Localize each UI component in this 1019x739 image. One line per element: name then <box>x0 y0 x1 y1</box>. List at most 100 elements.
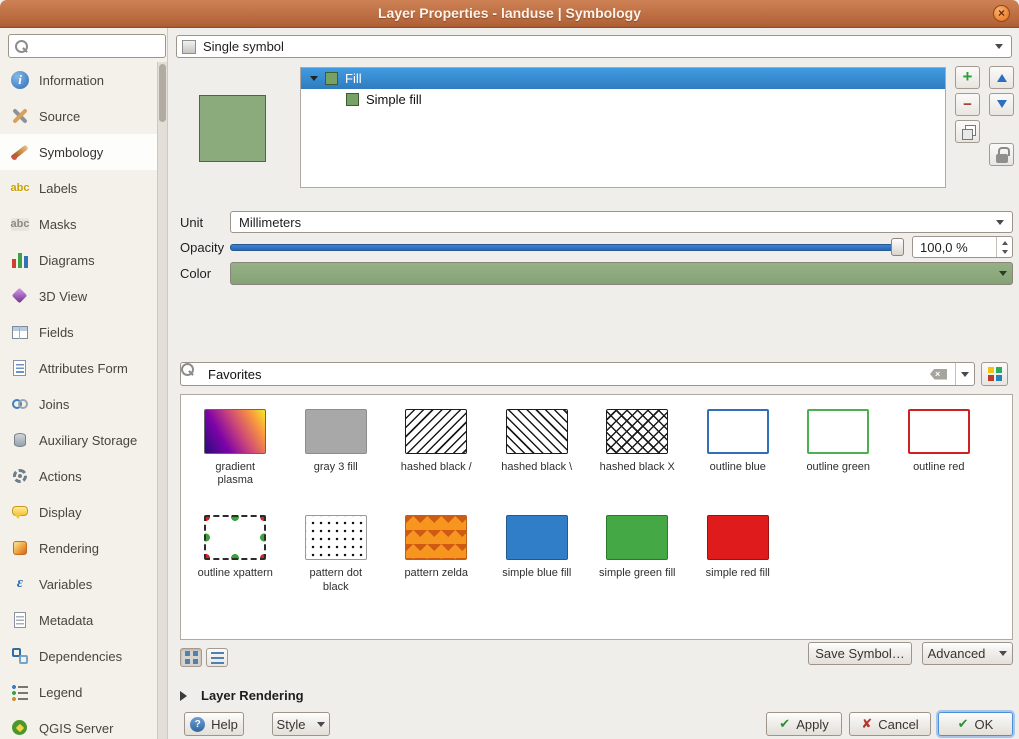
sidebar-item-qgis-server[interactable]: QGIS Server <box>0 710 157 739</box>
sidebar-item-metadata[interactable]: Metadata <box>0 602 157 638</box>
info-icon <box>10 70 30 90</box>
tree-row-simple-fill[interactable]: Simple fill <box>301 89 945 110</box>
renderer-combobox[interactable]: Single symbol <box>176 35 1012 58</box>
sidebar-item-information[interactable]: Information <box>0 62 157 98</box>
symbol-item-outline-red[interactable]: outline red <box>889 395 990 487</box>
opacity-spinbox[interactable]: 100,0 % <box>912 236 1013 258</box>
sidebar-item-label: 3D View <box>39 289 87 304</box>
symbol-preview <box>908 409 970 454</box>
list-view-button[interactable] <box>206 648 228 667</box>
symbol-preview <box>707 515 769 560</box>
move-down-button[interactable] <box>989 93 1014 116</box>
sidebar-item-auxiliary-storage[interactable]: Auxiliary Storage <box>0 422 157 458</box>
sidebar-item-3d-view[interactable]: 3D View <box>0 278 157 314</box>
symbol-item-outline-blue[interactable]: outline blue <box>688 395 789 487</box>
layer-rendering-section[interactable]: Layer Rendering <box>180 688 304 703</box>
slider-track[interactable] <box>230 244 900 251</box>
symbol-item-simple-red-fill[interactable]: simple red fill <box>688 501 789 593</box>
sidebar-search-box[interactable] <box>8 34 166 58</box>
symbol-label: gray 3 fill <box>314 461 358 474</box>
chevron-down-icon <box>317 722 325 731</box>
symbol-label: outline green <box>806 461 870 474</box>
window-title: Layer Properties - landuse | Symbology <box>0 5 1019 21</box>
save-symbol-button[interactable]: Save Symbol… <box>808 642 912 665</box>
sidebar-item-variables[interactable]: Variables <box>0 566 157 602</box>
unit-combobox[interactable]: Millimeters <box>230 211 1013 233</box>
sidebar-item-diagrams[interactable]: Diagrams <box>0 242 157 278</box>
sidebar-item-actions[interactable]: Actions <box>0 458 157 494</box>
renderer-value: Single symbol <box>203 39 284 54</box>
titlebar[interactable]: Layer Properties - landuse | Symbology <box>0 0 1019 28</box>
symbol-filter-input[interactable] <box>208 367 930 382</box>
move-up-button[interactable] <box>989 66 1014 89</box>
sidebar-item-source[interactable]: Source <box>0 98 157 134</box>
spin-down-icon[interactable] <box>997 247 1012 257</box>
sidebar-item-rendering[interactable]: Rendering <box>0 530 157 566</box>
legend-icon <box>10 682 30 702</box>
close-button[interactable] <box>993 5 1010 22</box>
symbol-label: outline blue <box>710 461 766 474</box>
sidebar-item-display[interactable]: Display <box>0 494 157 530</box>
lock-colors-button[interactable] <box>989 143 1014 166</box>
symbol-preview <box>506 515 568 560</box>
symbol-item-gradient-plasma[interactable]: gradient plasma <box>185 395 286 487</box>
tree-row-fill[interactable]: Fill <box>301 68 945 89</box>
cancel-button[interactable]: Cancel <box>849 712 931 736</box>
symbol-item-simple-blue-fill[interactable]: simple blue fill <box>487 501 588 593</box>
add-symbol-layer-button[interactable] <box>955 66 980 89</box>
sidebar-item-dependencies[interactable]: Dependencies <box>0 638 157 674</box>
sidebar-item-label: QGIS Server <box>39 721 113 736</box>
sidebar-item-fields[interactable]: Fields <box>0 314 157 350</box>
style-manager-button[interactable] <box>981 362 1008 386</box>
ok-button[interactable]: OK <box>938 712 1013 736</box>
symbol-item-hashed-black-fwd[interactable]: hashed black / <box>386 395 487 487</box>
simple-fill-swatch-icon <box>346 93 359 106</box>
sidebar-item-labels[interactable]: Labels <box>0 170 157 206</box>
symbol-item-simple-green-fill[interactable]: simple green fill <box>587 501 688 593</box>
style-button[interactable]: Style <box>272 712 330 736</box>
icon-view-button[interactable] <box>180 648 202 667</box>
color-button[interactable] <box>230 262 1013 285</box>
sidebar-item-legend[interactable]: Legend <box>0 674 157 710</box>
help-button[interactable]: Help <box>184 712 244 736</box>
sidebar-item-masks[interactable]: Masks <box>0 206 157 242</box>
auxiliary-storage-icon <box>10 430 30 450</box>
collapsed-arrow-icon[interactable] <box>180 691 192 701</box>
symbol-item-pattern-zelda[interactable]: pattern zelda <box>386 501 487 593</box>
symbol-preview-swatch <box>199 95 266 162</box>
symbol-preview <box>606 515 668 560</box>
spin-up-icon[interactable] <box>997 237 1012 247</box>
color-label: Color <box>180 266 211 281</box>
chevron-down-icon <box>996 220 1004 229</box>
single-symbol-icon <box>182 40 196 54</box>
sidebar-item-attributes-form[interactable]: Attributes Form <box>0 350 157 386</box>
remove-symbol-layer-button[interactable] <box>955 93 980 116</box>
symbol-preview <box>405 515 467 560</box>
symbol-gallery: gradient plasma gray 3 fill hashed black… <box>180 394 1013 640</box>
symbol-item-outline-xpattern[interactable]: outline xpattern <box>185 501 286 593</box>
symbol-item-pattern-dot-black[interactable]: pattern dot black <box>286 501 387 593</box>
sidebar-item-symbology[interactable]: Symbology <box>0 134 157 170</box>
apply-button[interactable]: Apply <box>766 712 842 736</box>
check-icon <box>779 716 790 732</box>
slider-handle[interactable] <box>891 238 904 256</box>
symbol-filter-box[interactable] <box>180 362 975 386</box>
symbol-item-outline-green[interactable]: outline green <box>788 395 889 487</box>
sidebar-item-joins[interactable]: Joins <box>0 386 157 422</box>
symbol-preview <box>707 409 769 454</box>
clear-filter-icon[interactable] <box>930 369 947 380</box>
symbol-item-hashed-black-x[interactable]: hashed black X <box>587 395 688 487</box>
symbol-item-gray-3-fill[interactable]: gray 3 fill <box>286 395 387 487</box>
opacity-slider[interactable] <box>230 236 904 258</box>
expand-arrow-icon[interactable] <box>310 76 318 85</box>
duplicate-symbol-layer-button[interactable] <box>955 120 980 143</box>
symbol-item-hashed-black-back[interactable]: hashed black \ <box>487 395 588 487</box>
sidebar-search-input[interactable] <box>33 39 165 54</box>
scrollbar-thumb[interactable] <box>159 64 166 122</box>
advanced-button[interactable]: Advanced <box>922 642 1013 665</box>
actions-icon <box>10 466 30 486</box>
style-manager-icon <box>987 366 1003 382</box>
variables-icon <box>10 574 30 594</box>
filter-dropdown-arrow[interactable] <box>955 363 974 385</box>
sidebar-scrollbar[interactable] <box>157 62 167 739</box>
